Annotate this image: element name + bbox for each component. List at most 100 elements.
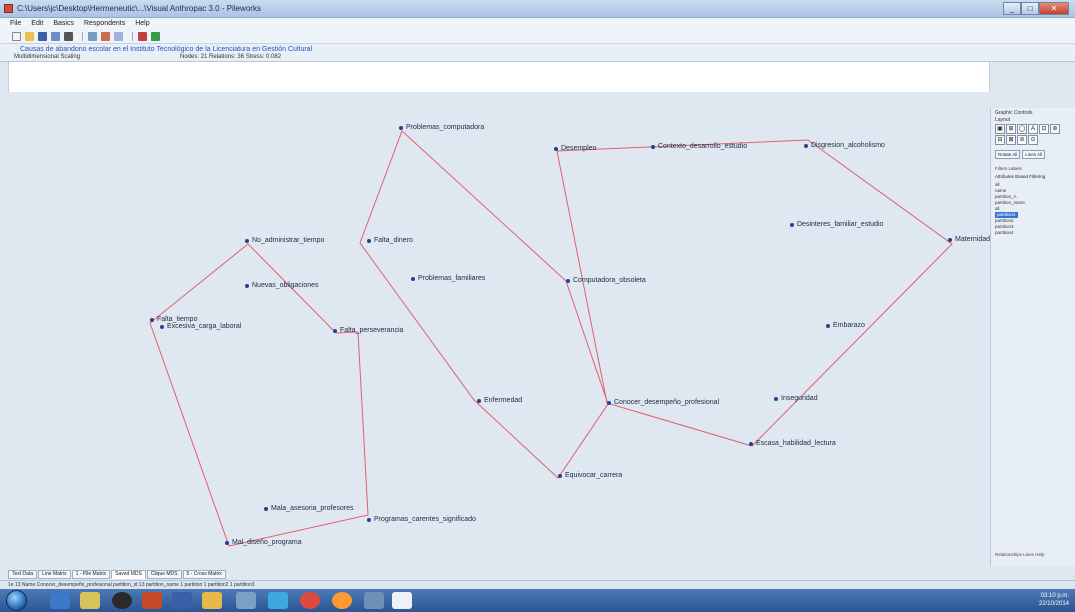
graphic-controls-panel: Graphic Controls Layout ▣ ⊞ ◯ A ⊡ ⊛ ⊟ ⊠ … bbox=[990, 108, 1075, 566]
node-dot-icon bbox=[225, 540, 229, 545]
tool-zoom-out-icon[interactable]: ⊟ bbox=[995, 135, 1005, 145]
node-dot-icon bbox=[333, 328, 337, 333]
attribute-list: all name partition_A partition_name all … bbox=[995, 182, 1025, 236]
node-label: Nuevas_obligaciones bbox=[252, 282, 319, 289]
lines-all-button[interactable]: Lines All bbox=[1022, 150, 1046, 159]
node-label: Problemas_computadora bbox=[406, 124, 485, 131]
tool-frame-icon[interactable]: ⊡ bbox=[1039, 124, 1049, 134]
matrix-tabs: Text Data Line Matrix 1 - Pile Matrix Sa… bbox=[8, 570, 990, 579]
node-label: Desempleo bbox=[561, 145, 597, 152]
tool-star-icon[interactable]: ⊛ bbox=[1050, 124, 1060, 134]
node-label: Falta_perseverancia bbox=[340, 327, 404, 334]
rotate-all-button[interactable]: Rotate All bbox=[995, 150, 1021, 159]
node-dot-icon bbox=[790, 222, 794, 227]
chrome-icon[interactable] bbox=[300, 592, 320, 609]
attribute-item[interactable]: partition4 bbox=[995, 230, 1025, 236]
app-icon-2[interactable] bbox=[202, 592, 222, 609]
tool-label-icon[interactable]: A bbox=[1028, 124, 1038, 134]
node-label: Mala_asesoria_profesores bbox=[271, 505, 354, 512]
node-dot-icon bbox=[651, 144, 655, 149]
network-node[interactable]: Problemas_familiares bbox=[411, 275, 485, 282]
node-dot-icon bbox=[477, 398, 481, 403]
start-orb-icon[interactable] bbox=[6, 590, 27, 611]
tab-text-data[interactable]: Text Data bbox=[8, 570, 38, 579]
node-dot-icon bbox=[367, 517, 371, 522]
explorer-icon[interactable] bbox=[80, 592, 100, 609]
network-node[interactable]: Escasa_habilidad_lectura bbox=[749, 440, 836, 447]
tab-saved-mds[interactable]: Saved MDS bbox=[111, 570, 146, 579]
node-label: Desinteres_familiar_estudio bbox=[797, 221, 884, 228]
app-icon-5[interactable] bbox=[332, 592, 352, 609]
network-node[interactable]: Programas_carentes_significado bbox=[367, 516, 476, 523]
system-tray: 03:10 p.m. 22/10/2014 bbox=[1039, 592, 1069, 608]
tab-pile-matrix[interactable]: 1 - Pile Matrix bbox=[71, 570, 111, 579]
cluster-hull-1 bbox=[359, 130, 609, 479]
network-node[interactable]: Conocer_desempeño_profesional bbox=[607, 399, 719, 406]
panel-header: Graphic Controls bbox=[995, 110, 1033, 116]
network-node[interactable]: Embarazo bbox=[826, 322, 865, 329]
node-dot-icon bbox=[411, 276, 415, 281]
tool-zoom-box-icon[interactable]: ⊠ bbox=[1006, 135, 1016, 145]
node-label: Excesiva_carga_laboral bbox=[167, 323, 242, 330]
node-label: No_administrar_tiempo bbox=[252, 237, 325, 244]
node-label: Conocer_desempeño_profesional bbox=[614, 399, 720, 406]
node-dot-icon bbox=[160, 324, 164, 329]
app-icon-1[interactable] bbox=[142, 592, 162, 609]
node-dot-icon bbox=[826, 323, 830, 328]
tool-select-icon[interactable]: ▣ bbox=[995, 124, 1005, 134]
network-node[interactable]: Desinteres_familiar_estudio bbox=[790, 221, 883, 228]
network-node[interactable]: Contexto_desarrollo_estudio bbox=[651, 143, 747, 150]
node-dot-icon bbox=[399, 125, 403, 130]
node-label: Equivocar_carrera bbox=[565, 472, 623, 479]
panel-bottom-links[interactable]: Relationships Lines Help bbox=[995, 552, 1045, 557]
mail-icon[interactable] bbox=[172, 592, 192, 609]
node-label: Programas_carentes_significado bbox=[374, 516, 476, 523]
tab-cross-matrix[interactable]: 5 - Cross Matrix bbox=[182, 570, 226, 579]
ie-icon[interactable] bbox=[50, 592, 70, 609]
node-dot-icon bbox=[774, 396, 778, 401]
network-node[interactable]: Enfermedad bbox=[477, 397, 522, 404]
node-label: Falta_tiempo bbox=[157, 316, 198, 323]
network-node[interactable]: Computadora_obsoleta bbox=[566, 277, 646, 284]
app-icon-4[interactable] bbox=[268, 592, 288, 609]
network-node[interactable]: Disgresion_alcoholismo bbox=[804, 142, 885, 149]
tool-circle-icon[interactable]: ◯ bbox=[1017, 124, 1027, 134]
taskbar: 03:10 p.m. 22/10/2014 bbox=[0, 589, 1075, 612]
node-dot-icon bbox=[367, 238, 371, 243]
attribute-filter-header: Attributes Based Filtering bbox=[995, 174, 1046, 179]
network-node[interactable]: Nuevas_obligaciones bbox=[245, 282, 319, 289]
network-node[interactable]: Equivocar_carrera bbox=[558, 472, 622, 479]
pilesort-icon[interactable] bbox=[392, 592, 412, 609]
cluster-hull-3 bbox=[149, 243, 369, 547]
node-label: Maternidad bbox=[955, 236, 991, 243]
node-dot-icon bbox=[264, 506, 268, 511]
network-node[interactable]: Inseguridad bbox=[774, 395, 818, 402]
node-dot-icon bbox=[804, 143, 808, 148]
app-icon-3[interactable] bbox=[236, 592, 256, 609]
network-node[interactable]: Falta_tiempo bbox=[150, 316, 197, 323]
network-node[interactable]: Mala_asesoria_profesores bbox=[264, 505, 354, 512]
status-bar: 1e 13 Name Conocer_desempeño_profesional… bbox=[0, 580, 1075, 589]
app-icon-6[interactable] bbox=[364, 592, 384, 609]
network-node[interactable]: Excesiva_carga_laboral bbox=[160, 323, 241, 330]
network-node[interactable]: Falta_perseverancia bbox=[333, 327, 403, 334]
tab-clique-mds[interactable]: Clique MDS bbox=[146, 570, 182, 579]
node-dot-icon bbox=[245, 283, 249, 288]
node-dot-icon bbox=[558, 473, 562, 478]
panel-buttons: Rotate All Lines All bbox=[995, 150, 1047, 159]
tool-hide-icon[interactable]: ⊘ bbox=[1017, 135, 1027, 145]
network-node[interactable]: Falta_dinero bbox=[367, 237, 413, 244]
media-icon[interactable] bbox=[112, 592, 132, 609]
node-dot-icon bbox=[566, 278, 570, 283]
network-node[interactable]: Desempleo bbox=[554, 145, 596, 152]
tool-center-icon[interactable]: ⊙ bbox=[1028, 135, 1038, 145]
network-node[interactable]: No_administrar_tiempo bbox=[245, 237, 324, 244]
node-label: Mal_diseño_programa bbox=[232, 539, 302, 546]
tab-line-matrix[interactable]: Line Matrix bbox=[38, 570, 71, 579]
tool-palette: ▣ ⊞ ◯ A ⊡ ⊛ ⊟ ⊠ ⊘ ⊙ bbox=[995, 124, 1071, 146]
network-node[interactable]: Maternidad bbox=[948, 236, 990, 243]
tool-grid-icon[interactable]: ⊞ bbox=[1006, 124, 1016, 134]
panel-subtabs[interactable]: Filters Labels bbox=[995, 166, 1022, 171]
network-node[interactable]: Problemas_computadora bbox=[399, 124, 484, 131]
network-node[interactable]: Mal_diseño_programa bbox=[225, 539, 302, 546]
